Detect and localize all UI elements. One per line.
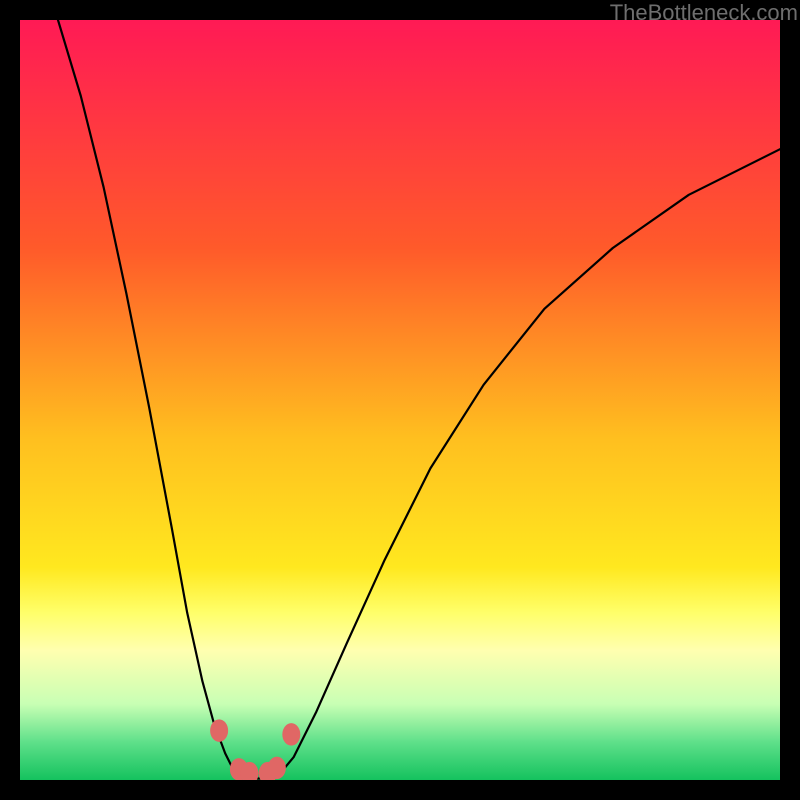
valley-marker bbox=[210, 719, 228, 742]
bottleneck-curve-chart bbox=[20, 20, 780, 780]
chart-frame bbox=[20, 20, 780, 780]
valley-marker bbox=[268, 757, 286, 780]
watermark-text: TheBottleneck.com bbox=[610, 0, 798, 26]
gradient-background bbox=[20, 20, 780, 780]
valley-marker bbox=[282, 723, 300, 746]
